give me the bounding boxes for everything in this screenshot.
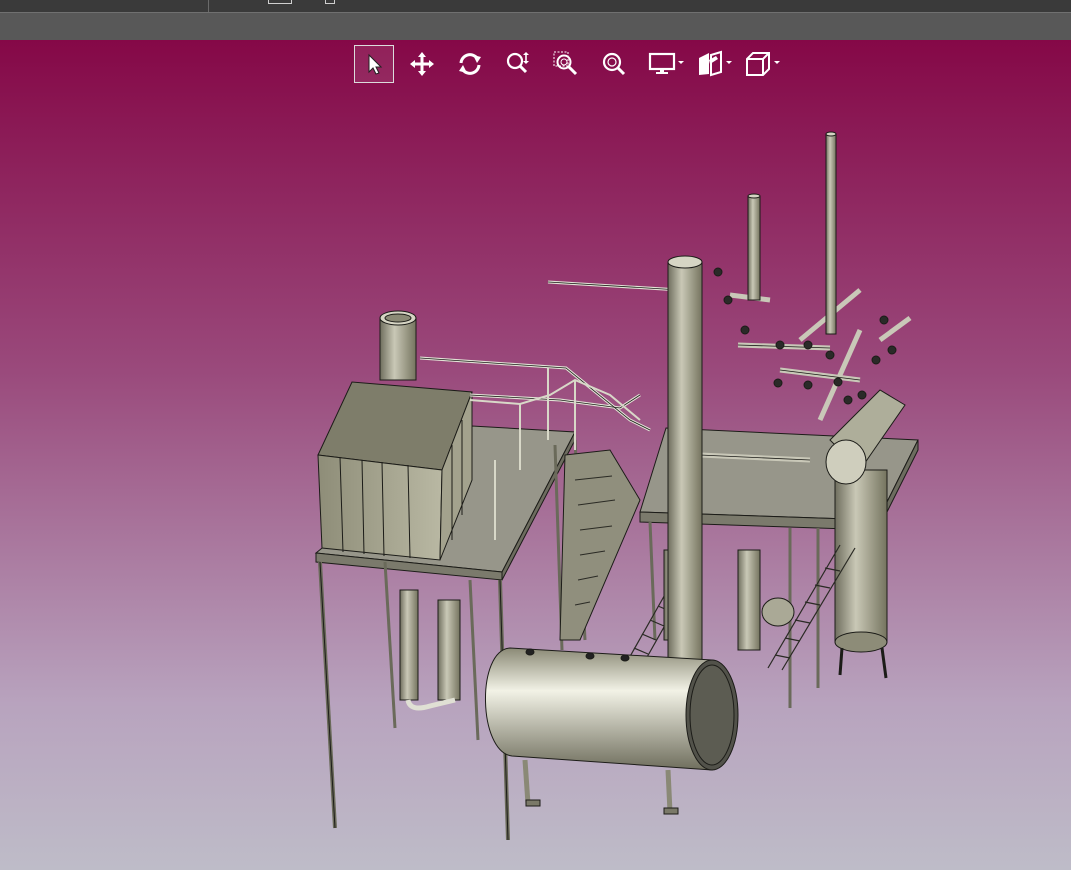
chevron-down-icon (774, 61, 780, 64)
heat-exchanger (399, 589, 461, 711)
small-vessel (379, 310, 417, 381)
3d-viewport[interactable] (0, 40, 1071, 870)
zoom-window-icon (553, 51, 578, 76)
move-arrows-icon (410, 52, 434, 76)
zoom-tool-button[interactable] (498, 45, 538, 83)
rotate-icon (459, 53, 481, 75)
plant-3d-model[interactable] (0, 40, 1071, 870)
monitor-icon (648, 52, 676, 74)
document-tab-strip (0, 13, 1071, 40)
chevron-down-icon (726, 61, 732, 64)
vent-stacks (747, 131, 837, 335)
display-mode-dropdown[interactable] (642, 45, 684, 83)
toolbar-icon-partial[interactable] (325, 0, 335, 4)
main-toolbar-remnant (0, 0, 1071, 13)
vertical-drum (834, 469, 888, 679)
zoom-window-tool-button[interactable] (546, 45, 586, 83)
zoom-fit-tool-button[interactable] (594, 45, 634, 83)
zoom-fit-icon (602, 52, 626, 76)
open-box-tank (317, 381, 473, 561)
horizontal-storage-tank (485, 647, 739, 815)
toolbar-divider (208, 0, 209, 12)
zoom-dynamic-icon (506, 52, 529, 74)
main-chimney (667, 255, 703, 681)
select-tool-button[interactable] (354, 45, 394, 83)
section-icon (699, 50, 722, 77)
section-view-dropdown[interactable] (690, 45, 732, 83)
staircase (559, 449, 641, 641)
cad-application-window (0, 0, 1071, 870)
view-toolbar (354, 44, 786, 84)
cube-icon (746, 52, 770, 76)
toolbar-icon-partial[interactable] (268, 0, 292, 4)
cursor-arrow-icon (368, 53, 383, 75)
pan-tool-button[interactable] (402, 45, 442, 83)
chevron-down-icon (678, 61, 684, 64)
view-orientation-dropdown[interactable] (738, 45, 780, 83)
rotate-tool-button[interactable] (450, 45, 490, 83)
